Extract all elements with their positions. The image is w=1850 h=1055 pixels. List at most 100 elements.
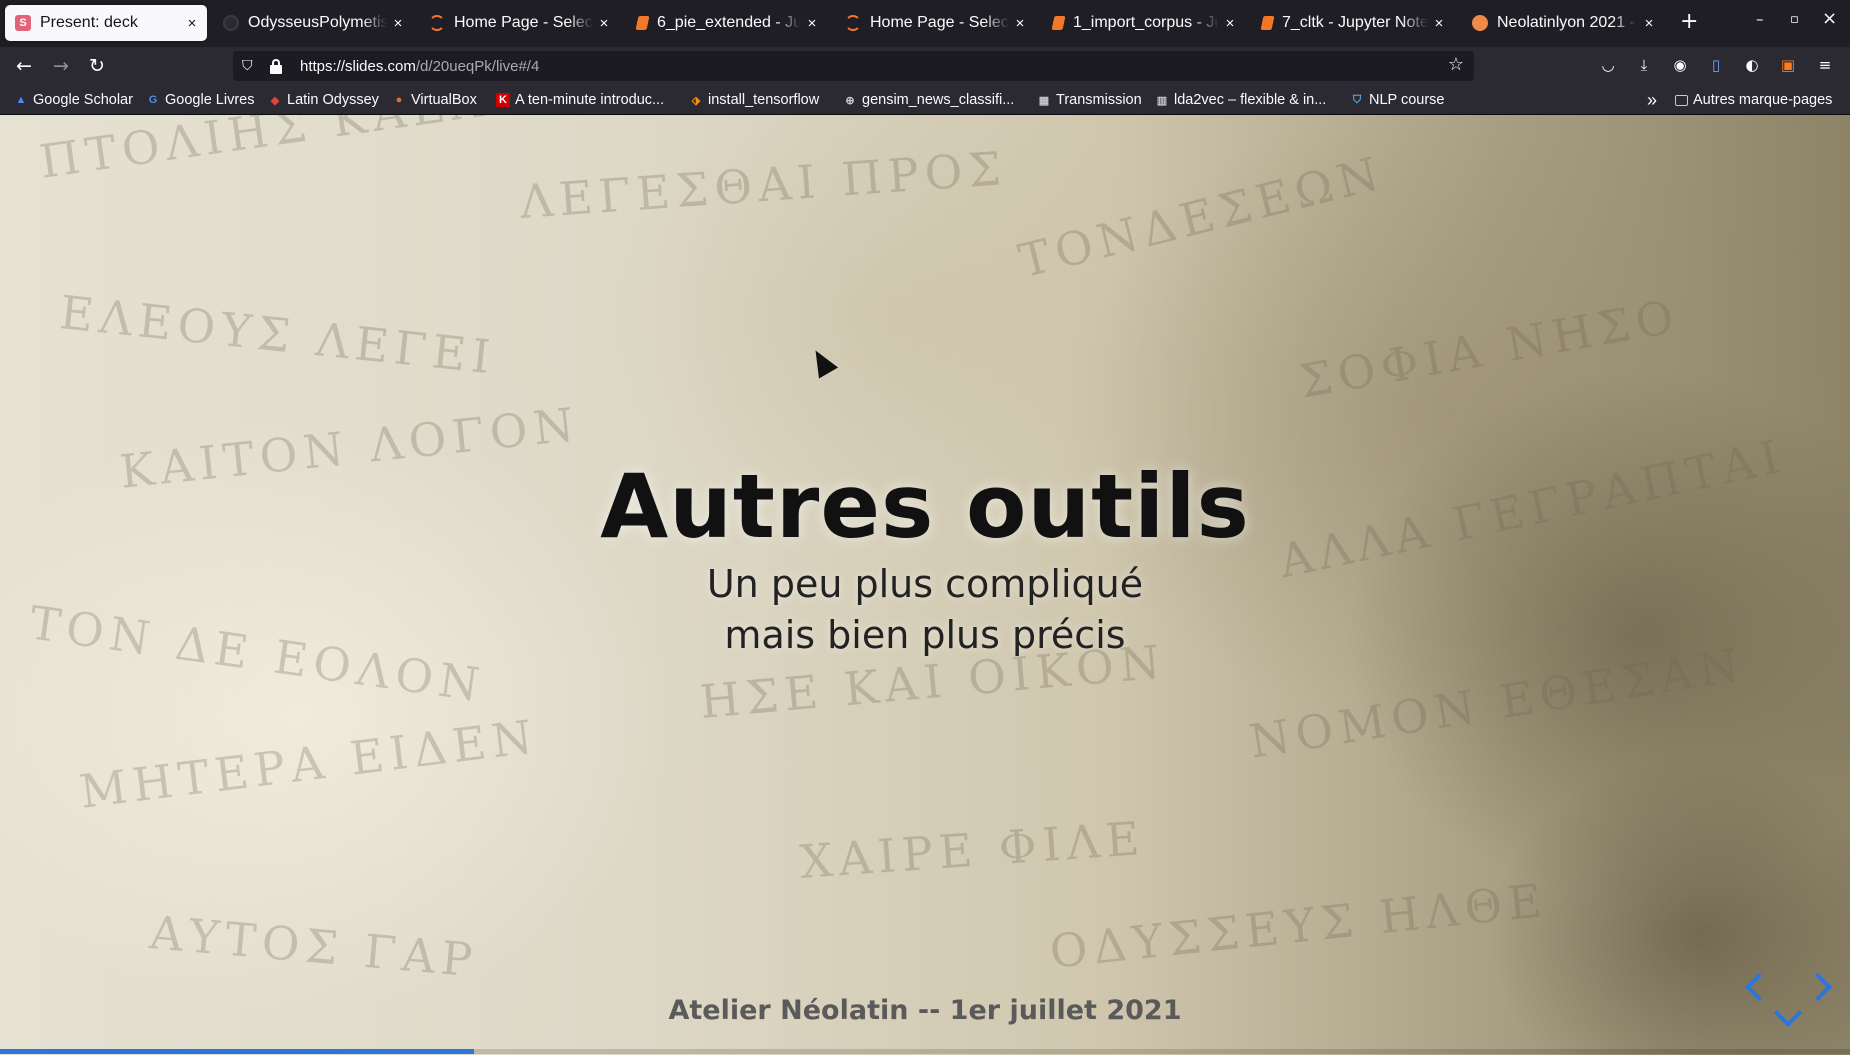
- mouse-cursor-icon: [806, 345, 839, 379]
- close-window-button[interactable]: ×: [1822, 8, 1837, 29]
- pocket-icon[interactable]: ◡: [1598, 56, 1618, 76]
- tab-close-icon[interactable]: ×: [1428, 15, 1450, 32]
- shield-bookmark-icon: ⛉: [1352, 93, 1362, 106]
- bookmarks-overflow-chevron-icon[interactable]: »: [1647, 90, 1657, 110]
- tab-label: 1_import_corpus - Jupy: [1073, 14, 1219, 31]
- google-icon: G: [148, 94, 158, 106]
- bookmark-label: Autres marque-pages: [1693, 92, 1833, 108]
- tab-close-icon[interactable]: ×: [1219, 15, 1241, 32]
- tab-close-icon[interactable]: ×: [1638, 15, 1660, 32]
- tab-notebook-cltk[interactable]: 7_cltk - Jupyter Notebo ×: [1252, 5, 1454, 41]
- jupyter-favicon-icon: [429, 15, 445, 31]
- tab-label: Neolatinlyon 2021 - éc: [1497, 14, 1638, 31]
- extension-icon[interactable]: ◉: [1670, 56, 1690, 76]
- back-arrow-icon: ←: [16, 55, 32, 77]
- other-bookmarks-folder[interactable]: Autres marque-pages: [1675, 90, 1832, 110]
- tab-close-icon[interactable]: ×: [181, 15, 203, 32]
- ask-icon: ●: [395, 94, 403, 106]
- bookmark-lda2vec[interactable]: ▥ lda2vec – flexible & in...: [1155, 90, 1327, 110]
- back-button[interactable]: ←: [10, 53, 38, 79]
- inscription-texture: ΜΗΤΕΡΑ ΕΙΔΕΝ: [76, 709, 541, 819]
- reload-icon: ↻: [89, 55, 105, 77]
- bookmark-label: Google Livres: [165, 92, 255, 108]
- tab-close-icon[interactable]: ×: [1009, 15, 1031, 32]
- bookmark-nlp-course[interactable]: ⛉ NLP course: [1350, 90, 1445, 110]
- reader-extension-icon[interactable]: ▯: [1706, 56, 1726, 76]
- bookmark-label: install_tensorflow: [708, 92, 820, 108]
- slides-favicon-icon: S: [15, 15, 31, 31]
- tab-close-icon[interactable]: ×: [801, 15, 823, 32]
- inscription-texture: ΤΟΝΔΕΣΕΩΝ: [1013, 145, 1390, 289]
- tab-close-icon[interactable]: ×: [387, 15, 409, 32]
- bookmark-label: Latin Odyssey: [287, 92, 379, 108]
- tab-notebook-import[interactable]: 1_import_corpus - Jupy ×: [1043, 5, 1245, 41]
- bookmark-ten-minute-intro[interactable]: K A ten-minute introduc...: [496, 90, 664, 110]
- slide-footer: Atelier Néolatin -- 1er juillet 2021: [668, 995, 1182, 1026]
- presentation-slide[interactable]: ΠΤΟΛΙΗΣ ΚΑΕΛ ΛΕΓΕΣΘΑΙ ΠΡΟΣ ΤΟΝΔΕΣΕΩΝ ΕΛΕ…: [0, 115, 1850, 1055]
- notebook-favicon-icon: [635, 16, 650, 30]
- forward-arrow-icon: →: [53, 55, 69, 77]
- bookmark-label: lda2vec – flexible & in...: [1174, 92, 1327, 108]
- bookmark-install-tensorflow[interactable]: ⬗ install_tensorflow: [689, 90, 819, 110]
- bookmark-label: Google Scholar: [33, 92, 133, 108]
- slide-title: Autres outils: [600, 455, 1250, 558]
- url-path: /d/20ueqPk/live#/4: [415, 57, 540, 75]
- tab-jupyter-home-2[interactable]: Home Page - Select or ×: [835, 5, 1035, 41]
- bookmark-label: Transmission: [1056, 92, 1142, 108]
- jupyter-favicon-icon: [845, 15, 861, 31]
- menu-icon[interactable]: ≡: [1815, 56, 1835, 76]
- globe-icon: ⊕: [845, 94, 855, 107]
- bookmarks-toolbar: ▲ Google Scholar G Google Livres ◆ Latin…: [0, 85, 1850, 115]
- bookmark-label: NLP course: [1369, 92, 1445, 108]
- url-host: https://slides.com: [300, 57, 416, 75]
- inscription-texture: ΑΥΤΟΣ ΓΑΡ: [147, 905, 481, 988]
- slide-subtitle-line-1: Un peu plus compliqué: [706, 562, 1144, 606]
- tab-close-icon[interactable]: ×: [593, 15, 615, 32]
- address-bar[interactable]: ⛉ https://slides.com/d/20ueqPk/live#/4 ☆: [233, 51, 1474, 81]
- bookmark-star-icon[interactable]: ☆: [1448, 54, 1464, 75]
- tab-present-deck[interactable]: S Present: deck ×: [5, 5, 207, 41]
- tensorflow-icon: ⬗: [691, 94, 701, 107]
- extension-3-icon[interactable]: ▣: [1778, 56, 1798, 76]
- inscription-texture: ΛΕΓΕΣΘΑΙ ΠΡΟΣ: [518, 141, 1009, 229]
- slide-subtitle-line-2: mais bien plus précis: [724, 613, 1126, 657]
- forward-button[interactable]: →: [47, 53, 75, 79]
- tab-label: 6_pie_extended - Jupy: [657, 14, 801, 31]
- reload-button[interactable]: ↻: [83, 53, 111, 79]
- bookmark-label: gensim_news_classifi...: [862, 92, 1015, 108]
- slide-progress-fill: [0, 1049, 474, 1054]
- latin-odyssey-icon: ◆: [270, 94, 280, 107]
- minimize-button[interactable]: –: [1756, 10, 1764, 28]
- book-icon: ▥: [1156, 94, 1168, 107]
- tracking-shield-icon[interactable]: ⛉: [242, 58, 258, 74]
- tab-jupyter-home[interactable]: Home Page - Select or ×: [419, 5, 619, 41]
- extension-2-icon[interactable]: ◐: [1742, 56, 1762, 76]
- inscription-texture: ΣΟΦΙΑ ΝΗΣΟ: [1295, 288, 1684, 409]
- tab-neolatinlyon[interactable]: Neolatinlyon 2021 - éc ×: [1462, 5, 1664, 41]
- bookmark-google-scholar[interactable]: ▲ Google Scholar: [14, 90, 133, 110]
- tab-github[interactable]: OdysseusPolymetis/ne ×: [213, 5, 413, 41]
- bookmark-label: VirtualBox: [411, 92, 477, 108]
- restore-button[interactable]: ▫: [1790, 12, 1799, 27]
- bookmark-label: A ten-minute introduc...: [515, 92, 665, 108]
- bookmark-virtualbox[interactable]: ● VirtualBox: [392, 90, 477, 110]
- bookmark-google-livres[interactable]: G Google Livres: [146, 90, 255, 110]
- bookmark-gensim[interactable]: ⊕ gensim_news_classifi...: [843, 90, 1014, 110]
- tab-notebook-pie[interactable]: 6_pie_extended - Jupy ×: [627, 5, 827, 41]
- navigation-toolbar: ← → ↻ ⛉ https://slides.com/d/20ueqPk/liv…: [0, 47, 1850, 85]
- scholar-icon: ▲: [15, 94, 27, 106]
- tab-label: Present: deck: [40, 14, 138, 31]
- inscription-texture: ΟΔΥΣΣΕΥΣ ΗΛΘΕ: [1047, 872, 1551, 979]
- inscription-texture: ΕΛΕΟΥΣ ΛΕΓΕΙ: [57, 285, 499, 385]
- bookmark-transmission[interactable]: ▦ Transmission: [1037, 90, 1142, 110]
- lock-icon[interactable]: [269, 59, 283, 74]
- tab-label: 7_cltk - Jupyter Notebo: [1282, 14, 1428, 31]
- new-tab-button[interactable]: +: [1680, 9, 1698, 34]
- notebook-favicon-icon: [1051, 16, 1066, 30]
- tab-label: Home Page - Select or: [870, 14, 1009, 31]
- tab-label: OdysseusPolymetis/ne: [248, 14, 387, 31]
- tab-strip: S Present: deck × OdysseusPolymetis/ne ×…: [0, 0, 1850, 47]
- notebook-favicon-icon: [1260, 16, 1275, 30]
- downloads-icon[interactable]: ⤓: [1634, 56, 1654, 76]
- bookmark-latin-odyssey[interactable]: ◆ Latin Odyssey: [268, 90, 379, 110]
